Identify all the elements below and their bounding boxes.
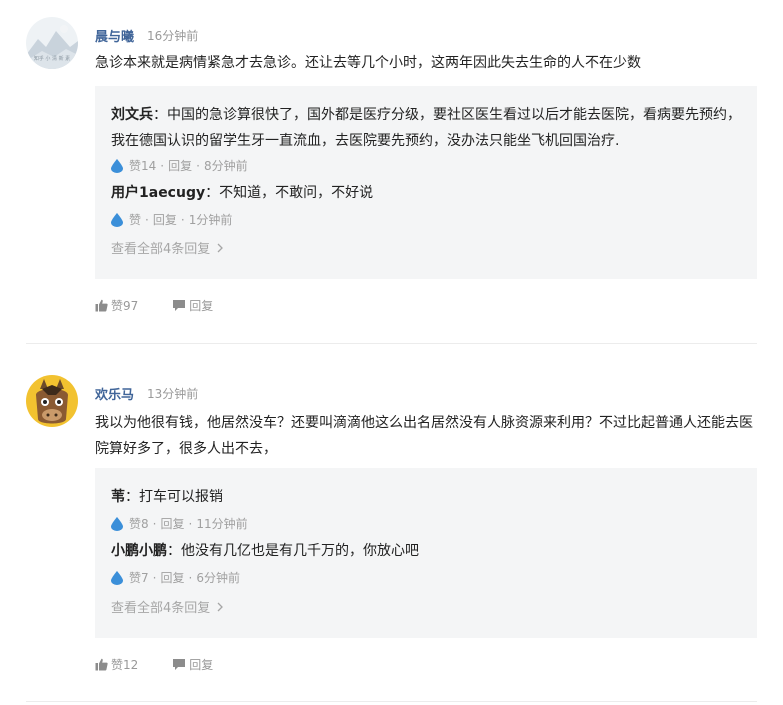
chevron-right-icon (217, 602, 224, 612)
reply-colon: ： (167, 543, 181, 559)
separator-dot: · (145, 212, 149, 227)
reply-text: 中国的急诊算很快了，国外都是医疗分级，要社区医生看过以后才能去医院，看病要先预约… (111, 107, 741, 149)
comment-actions: 赞97 回复 (95, 297, 213, 314)
comment-time: 13分钟前 (147, 387, 199, 401)
comment-time: 16分钟前 (147, 29, 199, 43)
reply-text: 不知道，不敢问，不好说 (219, 185, 374, 201)
reply-time: 6分钟前 (196, 571, 240, 585)
water-drop-icon[interactable] (111, 212, 123, 227)
reply-meta: 赞14 · 回复 · 8分钟前 (111, 157, 248, 174)
reply-button[interactable]: 回复 (160, 569, 184, 586)
reply-item: 苇：打车可以报销 (111, 484, 751, 510)
reply-comment-button[interactable]: 回复 (172, 297, 213, 314)
thumbs-up-icon (95, 658, 108, 671)
avatar[interactable] (26, 375, 78, 427)
reply-colon: ： (125, 489, 139, 505)
avatar-caption: 知乎 小 清 新 素 (33, 56, 71, 62)
reply-comment-label: 回复 (189, 658, 214, 672)
water-drop-icon[interactable] (111, 570, 123, 585)
reply-colon: ： (205, 185, 220, 201)
like-count: 赞97 (111, 299, 139, 313)
reply-meta: 赞 · 回复 · 1分钟前 (111, 211, 232, 228)
like-button[interactable]: 赞97 (95, 297, 138, 314)
username[interactable]: 欢乐马 (95, 384, 134, 403)
view-all-label: 查看全部4条回复 (111, 242, 211, 257)
reply-author[interactable]: 苇 (111, 489, 125, 505)
horse-avatar-icon (26, 375, 78, 427)
reply-like-count[interactable]: 赞7 (129, 569, 149, 586)
reply-item: 用户1aecugy：不知道，不敢问，不好说 (111, 180, 751, 206)
view-all-replies-link[interactable]: 查看全部4条回复 (111, 238, 224, 257)
separator-dot: · (152, 516, 157, 531)
like-count: 赞12 (111, 658, 139, 672)
reply-time: 11分钟前 (196, 517, 248, 531)
avatar[interactable]: 知乎 小 清 新 素 (26, 17, 78, 69)
thumbs-up-icon (95, 299, 108, 312)
reply-author[interactable]: 用户1aecugy (111, 185, 205, 201)
chevron-right-icon (217, 243, 224, 253)
reply-colon: ： (153, 107, 167, 123)
view-all-replies-link[interactable]: 查看全部4条回复 (111, 597, 224, 616)
divider (26, 343, 757, 344)
separator-dot: · (188, 516, 193, 531)
divider (26, 701, 757, 702)
comment-text: 我以为他很有钱，他居然没车？还要叫滴滴他这么出名居然没有人脉资源来利用？不过比起… (95, 415, 753, 457)
reply-meta: 赞7 · 回复 · 6分钟前 (111, 569, 240, 586)
separator-dot: · (196, 158, 200, 173)
comment-actions: 赞12 回复 (95, 656, 213, 673)
reply-box: 刘文兵：中国的急诊算很快了，国外都是医疗分级，要社区医生看过以后才能去医院，看病… (95, 86, 757, 279)
reply-time: 8分钟前 (203, 159, 248, 173)
speech-bubble-icon (173, 659, 186, 670)
reply-text: 他没有几亿也是有几千万的，你放心吧 (181, 543, 419, 559)
reply-author[interactable]: 刘文兵 (111, 107, 153, 123)
reply-item: 刘文兵：中国的急诊算很快了，国外都是医疗分级，要社区医生看过以后才能去医院，看病… (111, 102, 751, 154)
comment-text: 急诊本来就是病情紧急才去急诊。还让去等几个小时，这两年因此失去生命的人不在少数 (95, 55, 641, 71)
separator-dot: · (152, 570, 157, 585)
username[interactable]: 晨与曦 (95, 26, 134, 45)
reply-button[interactable]: 回复 (153, 211, 177, 228)
separator-dot: · (160, 158, 165, 173)
water-drop-icon[interactable] (111, 158, 123, 173)
reply-text: 打车可以报销 (139, 489, 223, 505)
separator-dot: · (180, 212, 185, 227)
reply-author[interactable]: 小鹏小鹏 (111, 543, 167, 559)
water-drop-icon[interactable] (111, 516, 123, 531)
reply-button[interactable]: 回复 (160, 515, 184, 532)
separator-dot: · (188, 570, 193, 585)
reply-box: 苇：打车可以报销 赞8 · 回复 · 11分钟前 小鹏小鹏：他没有几亿也是有几千… (95, 468, 757, 638)
reply-like-count[interactable]: 赞8 (129, 515, 149, 532)
reply-button[interactable]: 回复 (168, 157, 192, 174)
view-all-label: 查看全部4条回复 (111, 601, 211, 616)
speech-bubble-icon (173, 300, 186, 311)
reply-meta: 赞8 · 回复 · 11分钟前 (111, 515, 248, 532)
reply-item: 小鹏小鹏：他没有几亿也是有几千万的，你放心吧 (111, 538, 751, 564)
reply-comment-label: 回复 (189, 299, 214, 313)
reply-like-count[interactable]: 赞 (129, 211, 141, 228)
reply-like-count[interactable]: 赞14 (129, 157, 156, 174)
reply-comment-button[interactable]: 回复 (172, 656, 213, 673)
reply-time: 1分钟前 (188, 213, 233, 227)
like-button[interactable]: 赞12 (95, 656, 138, 673)
